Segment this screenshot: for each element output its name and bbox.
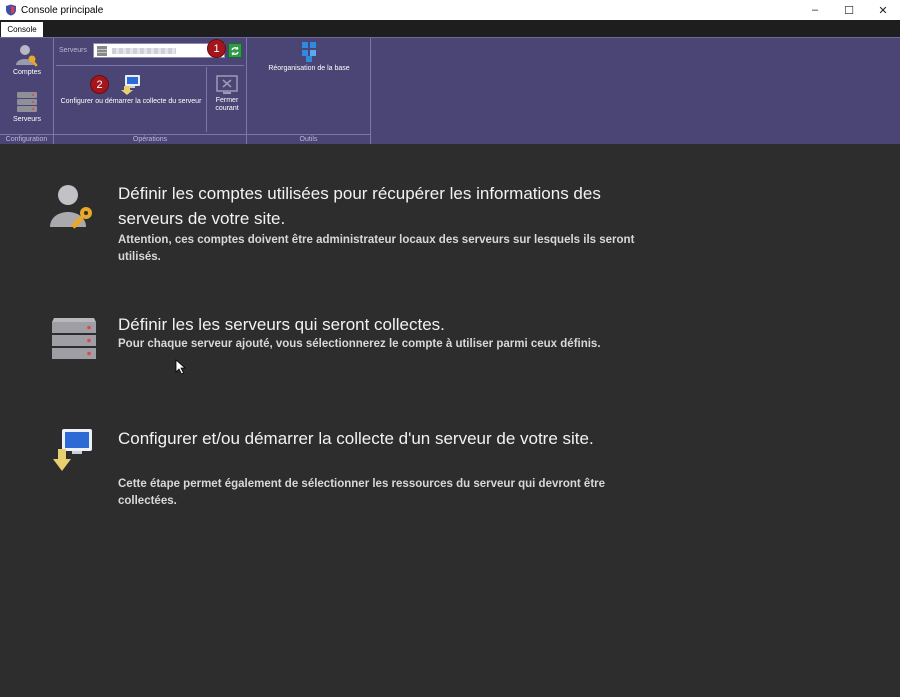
server-value-redacted (112, 47, 176, 54)
collecte-heading: Configurer et/ou démarrer la collecte d'… (118, 429, 594, 448)
comptes-description: Attention, ces comptes doivent être admi… (118, 234, 635, 263)
user-key-icon (50, 185, 92, 229)
refresh-icon (231, 46, 239, 55)
server-icon (17, 92, 37, 112)
server-icon (52, 318, 96, 359)
fermer-courant-label: Fermer courant (215, 97, 239, 112)
title-bar: Console principale – ☐ ✕ (0, 0, 900, 20)
window-title: Console principale (21, 4, 104, 16)
refresh-button[interactable] (228, 43, 242, 58)
tab-strip: Console (0, 20, 900, 37)
server-combo-label: Serveurs (59, 47, 88, 54)
close-button[interactable]: ✕ (866, 0, 900, 20)
ribbon: Comptes Serveurs Configuration Serveurs (0, 37, 900, 144)
serveurs-button[interactable]: Serveurs (6, 90, 48, 124)
operations-divider (56, 65, 244, 66)
ribbon-group-configuration: Comptes Serveurs Configuration (0, 38, 54, 144)
minimize-button[interactable]: – (798, 0, 832, 20)
comptes-label: Comptes (12, 69, 41, 76)
serveurs-heading: Définir les les serveurs qui seront coll… (118, 315, 445, 334)
reorganisation-label: Réorganisation de la base (268, 65, 350, 72)
mouse-cursor-icon (175, 359, 187, 375)
comptes-heading: Définir les comptes utilisées pour récup… (118, 184, 601, 228)
user-key-icon (16, 45, 38, 67)
ribbon-group-outils: Réorganisation de la base Outils (247, 38, 371, 144)
computer-download-icon (53, 429, 92, 471)
group-label-configuration: Configuration (0, 134, 53, 144)
main-content: Définir les comptes utilisées pour récup… (0, 144, 900, 697)
server-small-icon (97, 45, 107, 56)
reorganisation-button[interactable]: Réorganisation de la base (251, 41, 367, 73)
fermer-courant-button[interactable]: Fermer courant (209, 75, 245, 113)
server-select[interactable] (93, 43, 225, 58)
window-controls: – ☐ ✕ (798, 0, 900, 20)
serveurs-label: Serveurs (12, 116, 41, 123)
annotation-badge-1: 1 (207, 39, 226, 58)
configure-collect-label: Configurer ou démarrer la collecte du se… (60, 98, 202, 105)
app-shield-icon (6, 4, 16, 16)
annotation-badge-2: 2 (90, 75, 109, 94)
tab-console[interactable]: Console (1, 22, 43, 37)
configure-collect-button[interactable]: Configurer ou démarrer la collecte du se… (58, 74, 204, 106)
close-window-icon (216, 75, 238, 94)
comptes-button[interactable]: Comptes (6, 43, 48, 77)
collecte-description: Cette étape permet également de sélectio… (118, 478, 606, 507)
group-label-operations: Opérations (54, 134, 246, 144)
operations-divider-vertical (206, 67, 207, 132)
reorganize-database-icon (302, 42, 316, 62)
computer-download-icon (121, 75, 140, 95)
maximize-button[interactable]: ☐ (832, 0, 866, 20)
group-label-outils: Outils (247, 134, 370, 144)
serveurs-description: Pour chaque serveur ajouté, vous sélecti… (118, 338, 601, 350)
